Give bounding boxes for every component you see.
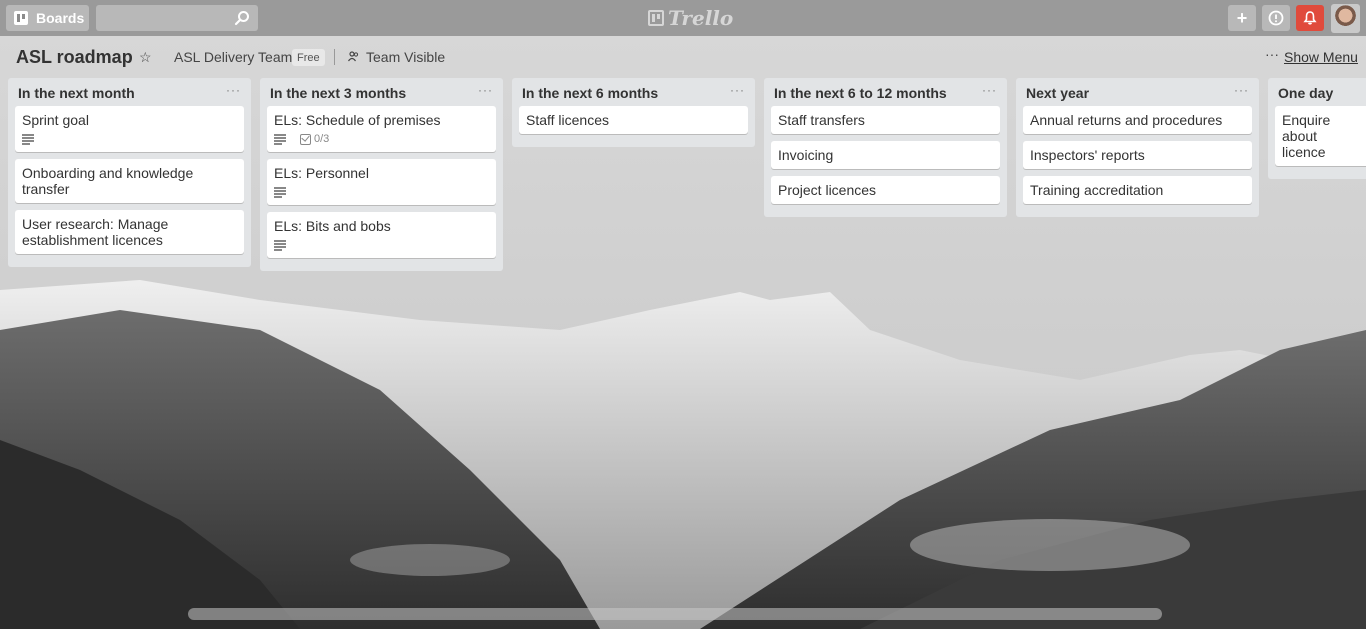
card-badges bbox=[274, 238, 489, 252]
list-in-the-next-6-months: In the next 6 months ··· Staff licences bbox=[512, 78, 755, 147]
card[interactable]: Staff licences bbox=[519, 106, 748, 134]
list-title[interactable]: In the next 6 to 12 months bbox=[774, 85, 947, 101]
card-title: Invoicing bbox=[778, 147, 834, 163]
card-title: Training accreditation bbox=[1030, 182, 1164, 198]
list-header[interactable]: In the next month ··· bbox=[8, 78, 251, 106]
star-icon[interactable]: ☆ bbox=[139, 49, 152, 66]
more-icon[interactable]: ··· bbox=[1265, 46, 1279, 62]
list-menu-icon[interactable]: ··· bbox=[226, 83, 241, 97]
card-title: Annual returns and procedures bbox=[1030, 112, 1223, 128]
card[interactable]: Inspectors' reports bbox=[1023, 141, 1252, 169]
list-header[interactable]: In the next 6 months ··· bbox=[512, 78, 755, 106]
card[interactable]: Enquire about licence bbox=[1275, 106, 1366, 166]
card-title: Staff licences bbox=[526, 112, 610, 128]
card-badges bbox=[274, 185, 489, 199]
card-badges: 0/3 bbox=[274, 132, 489, 146]
card-title: ELs: Personnel bbox=[274, 165, 369, 181]
info-button[interactable] bbox=[1262, 5, 1290, 31]
list-header[interactable]: One day bbox=[1268, 78, 1366, 106]
card-title: Inspectors' reports bbox=[1030, 147, 1145, 163]
card-title: User research: Manage establishment lice… bbox=[22, 216, 169, 248]
list-header[interactable]: In the next 6 to 12 months ··· bbox=[764, 78, 1007, 106]
card-badges bbox=[22, 132, 237, 146]
card-title: Staff transfers bbox=[778, 112, 865, 128]
list-header[interactable]: In the next 3 months ··· bbox=[260, 78, 503, 106]
add-button[interactable]: + bbox=[1228, 5, 1256, 31]
horizontal-scrollbar[interactable] bbox=[188, 608, 1162, 620]
card[interactable]: Staff transfers bbox=[771, 106, 1000, 134]
description-icon bbox=[274, 240, 286, 251]
team-visibility-icon bbox=[348, 51, 359, 62]
card[interactable]: ELs: Personnel bbox=[267, 159, 496, 205]
search-box[interactable] bbox=[96, 5, 258, 31]
card-title: ELs: Bits and bobs bbox=[274, 218, 391, 234]
board-lists: In the next month ··· Sprint goal Onboar… bbox=[0, 76, 1366, 606]
plus-icon: + bbox=[1236, 7, 1248, 28]
board-header: ASL roadmap ☆ ASL Delivery Team Free Tea… bbox=[0, 36, 1366, 76]
description-icon bbox=[274, 187, 286, 198]
card-title: Enquire about licence bbox=[1282, 112, 1331, 160]
list-title[interactable]: One day bbox=[1278, 85, 1333, 101]
list-title[interactable]: In the next 6 months bbox=[522, 85, 658, 101]
list-in-the-next-month: In the next month ··· Sprint goal Onboar… bbox=[8, 78, 251, 267]
search-icon[interactable] bbox=[234, 10, 250, 26]
plan-badge: Free bbox=[292, 49, 325, 66]
list-title[interactable]: In the next 3 months bbox=[270, 85, 406, 101]
list-in-the-next-6-to-12-months: In the next 6 to 12 months ··· Staff tra… bbox=[764, 78, 1007, 217]
visibility-button[interactable]: Team Visible bbox=[366, 49, 445, 65]
card[interactable]: Project licences bbox=[771, 176, 1000, 204]
board-title[interactable]: ASL roadmap bbox=[16, 47, 133, 68]
list-title[interactable]: Next year bbox=[1026, 85, 1089, 101]
boards-label: Boards bbox=[36, 10, 85, 26]
card-title: Onboarding and knowledge transfer bbox=[22, 165, 194, 197]
card[interactable]: Invoicing bbox=[771, 141, 1000, 169]
card[interactable]: Annual returns and procedures bbox=[1023, 106, 1252, 134]
user-avatar[interactable] bbox=[1331, 4, 1360, 33]
list-in-the-next-3-months: In the next 3 months ··· ELs: Schedule o… bbox=[260, 78, 503, 271]
card[interactable]: Training accreditation bbox=[1023, 176, 1252, 204]
trello-logo-text: Trello bbox=[668, 6, 734, 30]
checklist-badge: 0/3 bbox=[300, 131, 329, 147]
card-title: Sprint goal bbox=[22, 112, 89, 128]
checklist-count: 0/3 bbox=[314, 133, 330, 145]
list-menu-icon[interactable]: ··· bbox=[982, 83, 997, 97]
trello-logo[interactable]: Trello bbox=[648, 6, 734, 30]
show-menu-button[interactable]: Show Menu bbox=[1284, 49, 1358, 65]
description-icon bbox=[274, 134, 286, 145]
list-menu-icon[interactable]: ··· bbox=[1234, 83, 1249, 97]
card[interactable]: ELs: Bits and bobs bbox=[267, 212, 496, 258]
header-divider bbox=[334, 49, 335, 65]
info-icon bbox=[1268, 10, 1284, 26]
card[interactable]: Onboarding and knowledge transfer bbox=[15, 159, 244, 203]
description-icon bbox=[22, 134, 34, 145]
card[interactable]: User research: Manage establishment lice… bbox=[15, 210, 244, 254]
top-navigation-bar: Boards Trello + bbox=[0, 0, 1366, 36]
card[interactable]: ELs: Schedule of premises 0/3 bbox=[267, 106, 496, 152]
card-title: ELs: Schedule of premises bbox=[274, 112, 441, 128]
notifications-button[interactable] bbox=[1296, 5, 1324, 31]
trello-logo-icon bbox=[648, 10, 664, 26]
list-menu-icon[interactable]: ··· bbox=[730, 83, 745, 97]
checklist-icon bbox=[300, 133, 311, 145]
card[interactable]: Sprint goal bbox=[15, 106, 244, 152]
bell-icon bbox=[1303, 11, 1317, 25]
team-name-button[interactable]: ASL Delivery Team bbox=[174, 49, 292, 65]
list-menu-icon[interactable]: ··· bbox=[478, 83, 493, 97]
list-next-year: Next year ··· Annual returns and procedu… bbox=[1016, 78, 1259, 217]
list-one-day: One day Enquire about licence bbox=[1268, 78, 1366, 179]
card-title: Project licences bbox=[778, 182, 877, 198]
list-title[interactable]: In the next month bbox=[18, 85, 135, 101]
list-header[interactable]: Next year ··· bbox=[1016, 78, 1259, 106]
boards-button[interactable]: Boards bbox=[6, 5, 89, 31]
boards-icon bbox=[14, 11, 28, 25]
